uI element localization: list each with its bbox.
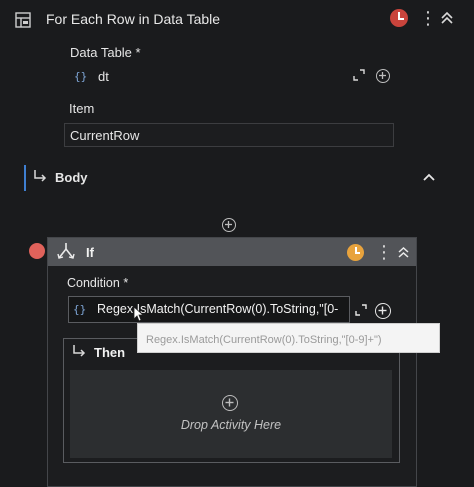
body-accent — [24, 165, 26, 191]
drop-activity-text: Drop Activity Here — [180, 418, 282, 432]
then-arrow-icon — [72, 344, 86, 358]
expression-icon[interactable]: {} — [73, 303, 86, 316]
expand-icon[interactable] — [355, 304, 367, 316]
breakpoint-icon[interactable] — [29, 243, 45, 259]
add-icon[interactable] — [375, 303, 391, 319]
branch-icon — [57, 242, 75, 260]
body-arrow-icon — [33, 169, 47, 183]
expression-icon[interactable]: {} — [74, 70, 87, 83]
more-vertical-icon[interactable]: ⋮ — [375, 243, 393, 261]
expand-icon[interactable] — [353, 69, 365, 81]
chevron-up-icon[interactable] — [423, 172, 435, 182]
more-vertical-icon[interactable]: ⋮ — [419, 9, 437, 27]
clock-icon[interactable] — [347, 244, 364, 261]
add-icon[interactable] — [376, 69, 390, 83]
drop-zone[interactable] — [70, 370, 392, 458]
data-table-label: Data Table * — [70, 45, 141, 60]
clock-icon[interactable] — [390, 9, 408, 27]
table-icon — [15, 12, 31, 28]
item-value[interactable]: CurrentRow — [70, 128, 139, 143]
condition-label: Condition * — [67, 276, 129, 290]
data-table-value[interactable]: dt — [98, 69, 109, 84]
collapse-icon[interactable] — [397, 246, 410, 259]
add-activity-icon[interactable] — [222, 218, 236, 232]
activity-title[interactable]: For Each Row in Data Table — [46, 11, 220, 27]
collapse-icon[interactable] — [440, 11, 454, 25]
add-activity-icon[interactable] — [222, 395, 238, 411]
body-label: Body — [55, 170, 88, 185]
if-title[interactable]: If — [86, 245, 94, 260]
tooltip-text: Regex.IsMatch(CurrentRow(0).ToString,"[0… — [146, 334, 382, 346]
item-label: Item — [69, 101, 95, 116]
then-label: Then — [94, 345, 126, 360]
mouse-cursor-icon — [133, 306, 144, 322]
